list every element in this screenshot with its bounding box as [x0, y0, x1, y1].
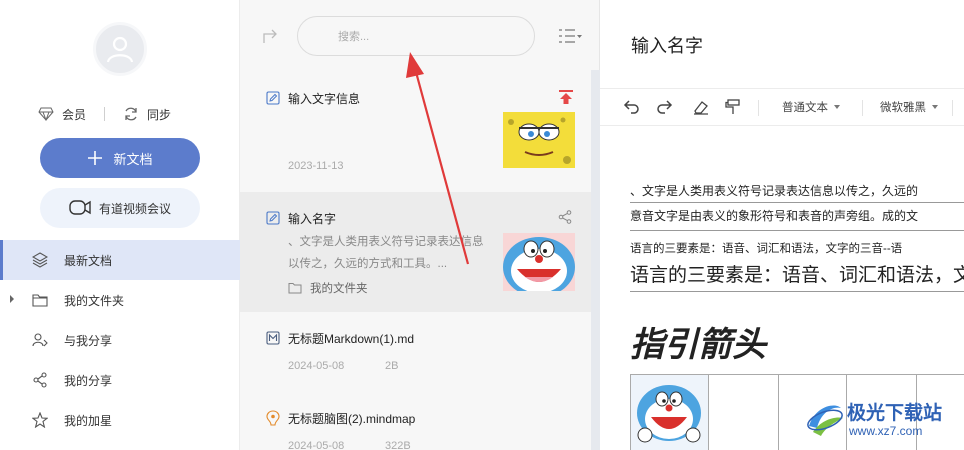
divider — [104, 107, 106, 121]
list-scrollbar[interactable] — [591, 70, 600, 450]
sidebar-item-shared-with-me[interactable]: 与我分享 — [0, 320, 240, 360]
document-text-line[interactable]: 语言的三要素是：语音、词汇和语法，文 — [630, 260, 964, 287]
star-icon — [32, 412, 48, 428]
table-cell[interactable] — [631, 375, 709, 450]
list-item[interactable]: 无标题Markdown(1).md 2024-05-08 2B — [240, 312, 591, 392]
sidebar: 会员 同步 新文档 有道视频会议 最新文档 我的文件夹 与我分享 我的分享 我的… — [0, 0, 240, 450]
toolbar-divider — [952, 100, 953, 116]
pin-top-icon[interactable] — [558, 89, 574, 105]
document-text-line[interactable]: 语言的三要素是：语音、词汇和语法，文字的三音--语 — [630, 240, 902, 256]
note-edit-icon — [266, 211, 280, 225]
sidebar-item-label: 我的分享 — [64, 373, 113, 388]
list-item-title: 输入文字信息 — [288, 92, 361, 106]
vip-label: 会员 — [62, 107, 87, 122]
text-underline — [630, 202, 964, 203]
new-document-button[interactable]: 新文档 — [40, 138, 200, 178]
list-item-date: 2024-05-08 — [288, 360, 345, 372]
view-mode-icon[interactable] — [558, 28, 582, 44]
user-icon — [106, 36, 134, 63]
folder-icon — [32, 294, 48, 307]
sponge-character-thumbnail — [503, 112, 575, 168]
list-item[interactable]: 无标题脑图(2).mindmap 2024-05-08 322B — [240, 392, 591, 450]
list-item-date: 2023-11-13 — [288, 160, 344, 172]
watermark-url: www.xz7.com — [849, 424, 923, 438]
sidebar-item-starred[interactable]: 我的加星 — [0, 400, 240, 440]
video-camera-icon — [69, 200, 91, 215]
format-painter-icon[interactable] — [724, 98, 742, 116]
folder-name: 我的文件夹 — [310, 283, 368, 295]
vip-button[interactable]: 会员 — [38, 106, 86, 123]
toolbar-divider — [758, 100, 759, 116]
people-share-icon — [32, 333, 48, 347]
paragraph-style-value: 普通文本 — [782, 102, 828, 114]
watermark-logo-icon — [807, 405, 843, 436]
list-item[interactable]: 输入文字信息 2023-11-13 — [240, 70, 591, 192]
share-icon — [33, 372, 47, 388]
chevron-down-icon — [834, 105, 840, 109]
expand-caret-icon[interactable] — [10, 295, 14, 303]
search-placeholder: 搜索... — [338, 31, 370, 43]
editor-toolbar: 普通文本 微软雅黑 — [600, 88, 964, 126]
thumbnail-image — [503, 233, 575, 291]
sidebar-item-recent[interactable]: 最新文档 — [0, 240, 240, 280]
paragraph-style-dropdown[interactable]: 普通文本 — [782, 99, 840, 115]
list-item-date: 2024-05-08 — [288, 440, 345, 450]
share-icon[interactable] — [558, 210, 572, 224]
layers-icon — [32, 252, 48, 268]
list-item-size: 322B — [385, 440, 411, 450]
undo-icon[interactable] — [622, 98, 640, 116]
table-cell[interactable] — [709, 375, 779, 450]
list-item-title: 输入名字 — [288, 212, 337, 226]
text-underline — [630, 291, 964, 292]
redo-icon[interactable] — [656, 98, 674, 116]
plus-icon — [88, 151, 103, 165]
note-list-pane: 搜索... 输入文字信息 2023-11-13 输入名字 、文字是人类用表义符号… — [240, 0, 600, 450]
new-document-label: 新文档 — [113, 151, 153, 167]
font-family-value: 微软雅黑 — [880, 102, 926, 114]
thumbnail-image — [503, 112, 575, 168]
text-underline — [630, 230, 964, 231]
back-up-icon[interactable] — [262, 27, 280, 45]
watermark-text: 极光下载站 — [847, 403, 943, 424]
sync-label: 同步 — [147, 107, 172, 122]
list-item-snippet: 、文字是人类用表义符号记录表达信息以传之，久远的方式和工具。... — [288, 236, 484, 270]
sidebar-item-label: 我的加星 — [64, 413, 113, 428]
avatar[interactable] — [93, 22, 147, 76]
chevron-down-icon — [932, 105, 938, 109]
diamond-icon — [38, 107, 54, 121]
font-family-dropdown[interactable]: 微软雅黑 — [880, 99, 938, 115]
account-utility-row: 会员 同步 — [38, 104, 208, 124]
video-meeting-label: 有道视频会议 — [98, 201, 171, 216]
toolbar-divider — [862, 100, 863, 116]
list-item-size: 2B — [385, 360, 399, 372]
document-title[interactable]: 输入名字 — [631, 32, 703, 58]
document-text-line[interactable]: 意音文字是由表义的象形符号和表音的声旁组。成的文 — [630, 207, 918, 224]
cat-character-image — [637, 385, 701, 443]
document-text-line[interactable]: 、文字是人类用表义符号记录表达信息以传之，久远的 — [630, 182, 918, 199]
sidebar-item-label: 我的文件夹 — [64, 293, 125, 308]
document-heading[interactable]: 指引箭头 — [630, 317, 766, 366]
sidebar-nav: 最新文档 我的文件夹 与我分享 我的分享 我的加星 — [0, 240, 240, 440]
cat-character-thumbnail — [503, 233, 575, 291]
note-edit-icon — [266, 91, 280, 105]
eraser-icon[interactable] — [692, 98, 710, 116]
sidebar-item-label: 与我分享 — [64, 333, 113, 348]
folder-icon — [288, 283, 302, 294]
sidebar-item-my-folders[interactable]: 我的文件夹 — [0, 280, 240, 320]
search-input[interactable]: 搜索... — [297, 16, 535, 56]
markdown-icon — [266, 331, 280, 345]
list-item-title: 无标题Markdown(1).md — [288, 332, 415, 346]
sidebar-item-label: 最新文档 — [64, 253, 113, 268]
list-item-title: 无标题脑图(2).mindmap — [288, 412, 416, 426]
sync-button[interactable]: 同步 — [123, 106, 171, 123]
video-meeting-button[interactable]: 有道视频会议 — [40, 188, 200, 228]
list-item-folder: 我的文件夹 — [288, 280, 368, 296]
sidebar-item-my-shares[interactable]: 我的分享 — [0, 360, 240, 400]
sync-icon — [125, 107, 137, 121]
site-watermark: 极光下载站 www.xz7.com — [805, 394, 964, 446]
mindmap-icon — [266, 410, 280, 426]
editor-pane: 输入名字 普通文本 微软雅黑 、文字是人类用表义符号记录表达信息以传之，久远的 … — [600, 0, 964, 450]
list-item-selected[interactable]: 输入名字 、文字是人类用表义符号记录表达信息以传之，久远的方式和工具。... 我… — [240, 192, 591, 312]
